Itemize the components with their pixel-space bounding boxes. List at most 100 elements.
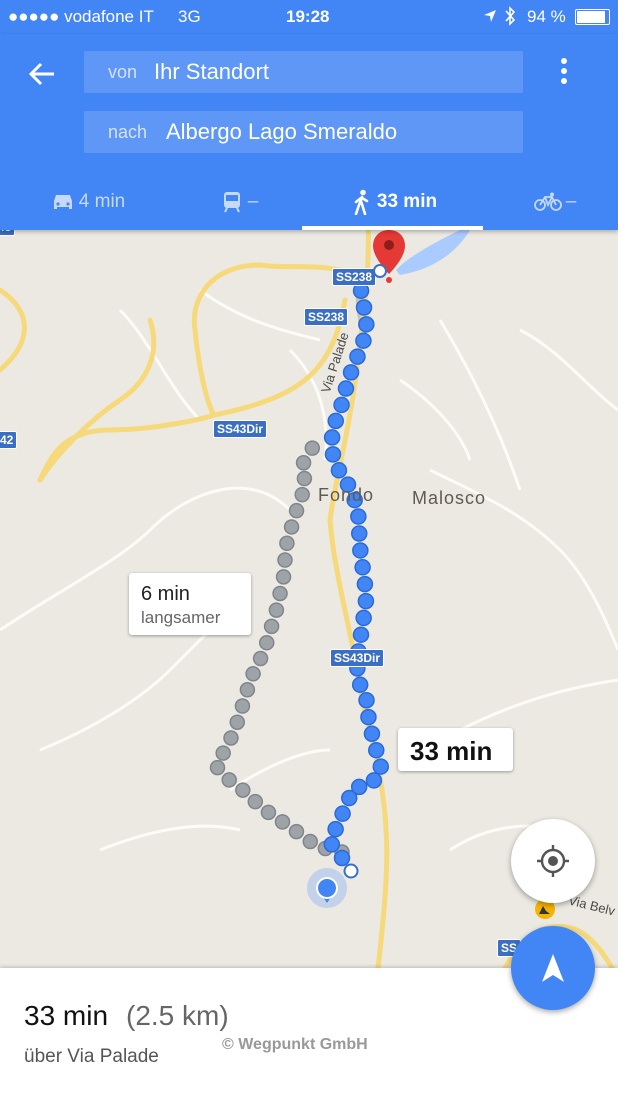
main-route-dot: [334, 805, 351, 822]
selected-tab-indicator: [302, 226, 483, 230]
route-distance: (2.5 km): [126, 1000, 229, 1031]
main-route-dot: [352, 626, 370, 643]
place-label-malosco: Malosco: [412, 488, 487, 508]
alt-route-dot: [209, 759, 226, 776]
bike-icon: [533, 192, 562, 211]
tab-driving-label: 4 min: [78, 191, 126, 212]
battery-icon: [575, 9, 610, 25]
route-end-marker-icon: [373, 264, 387, 278]
tab-driving[interactable]: 4 min: [38, 174, 138, 230]
place-label-fondo: Fondo: [318, 485, 375, 505]
road-shield: SS238: [304, 308, 349, 326]
main-route-dot: [356, 575, 374, 593]
main-route-dot: [372, 758, 390, 775]
alt-route-dot: [234, 698, 251, 714]
alt-route-dot: [215, 745, 231, 761]
alt-route-dot: [296, 470, 313, 487]
tab-walking-label: 33 min: [376, 191, 438, 212]
back-arrow-icon[interactable]: [24, 56, 60, 92]
destination-field[interactable]: nach Albergo Lago Smeraldo: [84, 111, 523, 153]
main-route-dot: [330, 462, 348, 479]
alt-route-dot: [258, 634, 275, 651]
main-route-dot: [355, 332, 372, 349]
alt-route-dot: [235, 782, 251, 798]
main-route-dot: [333, 396, 350, 414]
tab-cycling[interactable]: –: [520, 174, 590, 230]
alt-route-dot: [223, 730, 239, 746]
map-view[interactable]: SS238 SS238 SS43Dir SS43Dir SS 42 43 Via…: [0, 230, 618, 968]
main-route-dot: [323, 836, 341, 853]
main-route-dot: [360, 708, 377, 726]
road-shield: 42: [0, 431, 18, 449]
alt-route-dot: [288, 823, 305, 840]
origin-field[interactable]: von Ihr Standort: [84, 51, 523, 93]
tab-transit[interactable]: –: [200, 174, 280, 230]
road-shield: SS43Dir: [213, 420, 268, 438]
destination-label: nach: [108, 122, 148, 142]
status-bar: ●●●●● vodafone IT 3G 19:28 94 %: [0, 0, 618, 34]
alt-route-dot: [263, 618, 280, 635]
alt-route-dot: [277, 552, 293, 568]
alt-route-dot: [304, 440, 321, 456]
alt-route-dot: [294, 486, 310, 503]
my-location-button[interactable]: [511, 819, 595, 903]
alt-route-dot: [221, 772, 237, 788]
carrier: ●●●●● vodafone IT: [8, 7, 154, 26]
alt-route-callout[interactable]: 6 min langsamer: [129, 573, 251, 635]
main-route-dot: [342, 364, 360, 381]
alt-route-dot: [229, 714, 246, 730]
main-route-dot: [349, 348, 366, 365]
network-type: 3G: [178, 7, 201, 26]
origin-label: von: [108, 62, 138, 82]
location-arrow-icon: [484, 10, 496, 22]
main-route-dot: [324, 446, 342, 463]
main-route-dot: [327, 820, 344, 838]
main-route-time: 33 min: [410, 736, 493, 766]
clock: 19:28: [286, 7, 330, 26]
alt-route-dot: [275, 569, 292, 585]
road-shield: SS43Dir: [330, 649, 385, 667]
alt-route-dot: [274, 814, 291, 830]
alt-route-dot: [295, 454, 312, 471]
main-route-callout[interactable]: 33 min: [398, 728, 513, 771]
main-route-dot: [350, 508, 367, 525]
alt-route-dot: [283, 519, 300, 535]
map-attribution: © Wegpunkt GmbH: [222, 1036, 368, 1053]
navigation-arrow-icon: [542, 954, 564, 982]
main-route-dot: [358, 316, 375, 333]
directions-header: von Ihr Standort nach Albergo Lago Smera…: [0, 34, 618, 230]
main-route-dot: [351, 676, 369, 694]
route-start-marker-icon: [343, 863, 359, 879]
alt-route-note: langsamer: [141, 608, 221, 627]
main-route-dot: [368, 741, 385, 759]
main-route-dot: [355, 609, 372, 627]
battery-percent: 94 %: [527, 7, 566, 26]
road-shield: 43: [0, 230, 16, 236]
car-icon: [53, 195, 72, 209]
main-route-dot: [323, 429, 341, 446]
start-navigation-button[interactable]: [511, 926, 595, 1010]
main-route-dot: [352, 542, 369, 559]
main-route-dot: [350, 525, 368, 542]
main-route-dot: [327, 412, 345, 430]
alt-route-dot: [245, 666, 261, 682]
alt-route-dot: [252, 650, 269, 667]
alt-route-dot: [272, 585, 288, 602]
main-route-dot: [354, 559, 371, 576]
main-route-dot: [350, 778, 368, 796]
alt-route-time: 6 min: [141, 583, 190, 605]
alt-route-dot: [288, 502, 305, 519]
bluetooth-icon: [505, 6, 516, 26]
crosshair-icon: [537, 845, 569, 877]
main-route-dot: [337, 380, 355, 397]
alt-route-dot: [239, 682, 256, 698]
tab-cycling-label: –: [565, 191, 577, 212]
origin-value: Ihr Standort: [154, 59, 269, 84]
main-route-dot: [358, 691, 375, 709]
tab-walking[interactable]: 33 min: [320, 174, 470, 230]
tab-transit-label: –: [247, 191, 259, 212]
main-route-dot: [363, 725, 381, 743]
main-route-dot: [365, 772, 383, 789]
main-route-dot: [355, 299, 373, 316]
more-options-icon[interactable]: [552, 58, 576, 86]
